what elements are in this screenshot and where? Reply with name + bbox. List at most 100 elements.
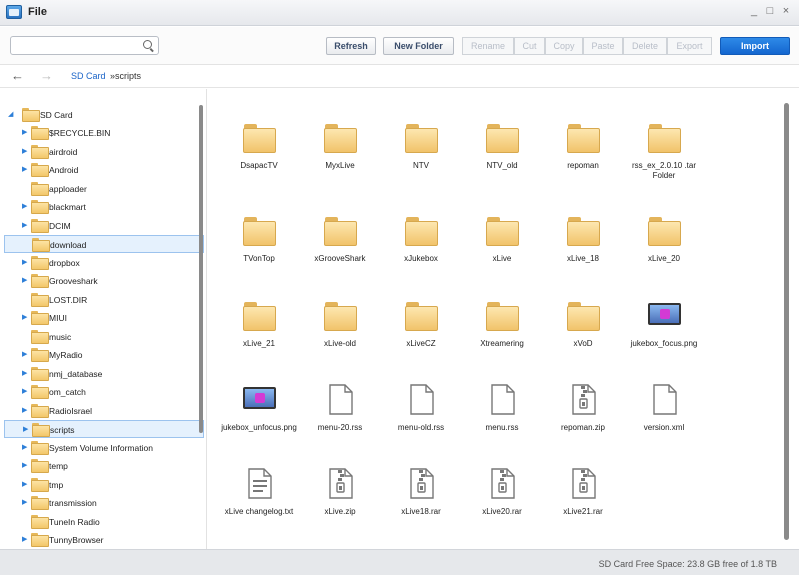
expand-arrow-icon[interactable]: ▶: [22, 147, 27, 155]
expand-arrow-icon[interactable]: ▶: [22, 258, 27, 266]
expand-arrow-icon[interactable]: ▶: [22, 128, 27, 136]
expand-arrow-icon[interactable]: ▶: [22, 443, 27, 451]
folder-tile[interactable]: xLiveCZ: [383, 294, 459, 374]
expand-arrow-icon[interactable]: ▶: [22, 498, 27, 506]
export-button[interactable]: Export: [667, 37, 712, 55]
folder-tile[interactable]: TVonTop: [221, 209, 297, 289]
file-tile[interactable]: version.xml: [626, 378, 702, 458]
file-tile[interactable]: xLive21.rar: [545, 462, 621, 542]
tree-item[interactable]: download: [4, 235, 204, 253]
copy-button[interactable]: Copy: [545, 37, 583, 55]
folder-tile[interactable]: xGrooveShark: [302, 209, 378, 289]
expand-arrow-icon[interactable]: ▶: [22, 406, 27, 414]
tree-item[interactable]: ▶ TunnyBrowser: [4, 531, 204, 549]
folder-tile[interactable]: xLive: [464, 209, 540, 289]
folder-tile[interactable]: xLive_20: [626, 209, 702, 289]
file-tile[interactable]: xLive18.rar: [383, 462, 459, 542]
tree-item[interactable]: ▶ Android: [4, 161, 204, 179]
tree-item[interactable]: ▶ nmj_database: [4, 365, 204, 383]
delete-button[interactable]: Delete: [623, 37, 667, 55]
tree-item[interactable]: ▶ MyRadio: [4, 346, 204, 364]
file-name-label: xLive21.rar: [563, 507, 603, 516]
expand-arrow-icon[interactable]: ▶: [22, 480, 27, 488]
tree-item[interactable]: ▶ DCIM: [4, 217, 204, 235]
tree-item[interactable]: ▶ MIUI: [4, 309, 204, 327]
expand-arrow-icon[interactable]: ◢: [8, 110, 13, 118]
tree-item[interactable]: ▶ airdroid: [4, 143, 204, 161]
tree-item[interactable]: ▶ tmp: [4, 476, 204, 494]
expand-arrow-icon[interactable]: ▶: [22, 535, 27, 543]
grid-scrollbar[interactable]: [784, 103, 789, 540]
expand-arrow-icon[interactable]: ▶: [23, 425, 28, 433]
cut-button[interactable]: Cut: [514, 37, 545, 55]
tree-item-label: TunnyBrowser: [49, 535, 104, 545]
tree-item-label: nmj_database: [49, 368, 103, 379]
folder-tile[interactable]: xVoD: [545, 294, 621, 374]
file-name-label: xLive_18: [566, 254, 600, 263]
tree-item[interactable]: apploader: [4, 180, 204, 198]
back-arrow-icon[interactable]: ←: [11, 68, 24, 83]
file-tile[interactable]: xLive changelog.txt: [221, 462, 297, 542]
folder-tile[interactable]: xLive-old: [302, 294, 378, 374]
expand-arrow-icon[interactable]: ▶: [22, 221, 27, 229]
file-tile[interactable]: repoman.zip: [545, 378, 621, 458]
tree-scrollbar[interactable]: [199, 105, 203, 433]
folder-tile[interactable]: NTV: [383, 116, 459, 196]
folder-icon: [324, 302, 357, 332]
paste-button[interactable]: Paste: [583, 37, 623, 55]
tree-item[interactable]: LOST.DIR: [4, 291, 204, 309]
expand-arrow-icon[interactable]: ▶: [22, 387, 27, 395]
close-button[interactable]: ×: [780, 5, 792, 17]
folder-tile[interactable]: xJukebox: [383, 209, 459, 289]
tree-item[interactable]: ▶ dropbox: [4, 254, 204, 272]
tree-item[interactable]: ▶ RadioIsrael: [4, 402, 204, 420]
file-tile[interactable]: menu-20.rss: [302, 378, 378, 458]
expand-arrow-icon[interactable]: ▶: [22, 276, 27, 284]
new-folder-button[interactable]: New Folder: [383, 37, 454, 55]
tree-item[interactable]: TuneIn Radio: [4, 513, 204, 531]
tree-item[interactable]: ▶ temp: [4, 457, 204, 475]
folder-tile[interactable]: repoman: [545, 116, 621, 196]
tree-item[interactable]: ▶ transmission: [4, 494, 204, 512]
file-tile[interactable]: xLive20.rar: [464, 462, 540, 542]
folder-tile[interactable]: xLive_18: [545, 209, 621, 289]
file-tile[interactable]: menu.rss: [464, 378, 540, 458]
expand-arrow-icon[interactable]: ▶: [22, 350, 27, 358]
import-button[interactable]: Import: [720, 37, 790, 55]
file-icon: [329, 384, 353, 415]
refresh-button[interactable]: Refresh: [326, 37, 376, 55]
folder-tile[interactable]: NTV_old: [464, 116, 540, 196]
folder-tile[interactable]: MyxLive: [302, 116, 378, 196]
folder-tile[interactable]: xLive_21: [221, 294, 297, 374]
tree-item[interactable]: ▶ scripts: [4, 420, 204, 438]
file-tile[interactable]: menu-old.rss: [383, 378, 459, 458]
rename-button[interactable]: Rename: [462, 37, 514, 55]
forward-arrow-icon[interactable]: →: [40, 68, 53, 83]
expand-arrow-icon[interactable]: ▶: [22, 165, 27, 173]
folder-tile[interactable]: rss_ex_2.0.10 .tar Folder: [626, 116, 702, 196]
tree-item-label: DCIM: [49, 220, 71, 231]
tree-root-sd-card[interactable]: ◢ SD Card: [4, 106, 204, 124]
file-name-label: xLive: [492, 254, 512, 263]
breadcrumb-root[interactable]: SD Card: [71, 71, 106, 81]
search-input[interactable]: [15, 37, 135, 53]
file-tile[interactable]: jukebox_unfocus.png: [221, 378, 297, 458]
maximize-button[interactable]: □: [764, 5, 776, 17]
tree-item[interactable]: ▶ System Volume Information: [4, 439, 204, 457]
tree-item[interactable]: music: [4, 328, 204, 346]
tree-item[interactable]: ▶ Grooveshark: [4, 272, 204, 290]
tree-item[interactable]: ▶ blackmart: [4, 198, 204, 216]
folder-tile[interactable]: DsapacTV: [221, 116, 297, 196]
expand-arrow-icon[interactable]: ▶: [22, 461, 27, 469]
folder-icon: [31, 348, 49, 362]
search-icon[interactable]: [143, 40, 152, 49]
folder-tile[interactable]: Xtreamering: [464, 294, 540, 374]
expand-arrow-icon[interactable]: ▶: [22, 369, 27, 377]
file-tile[interactable]: jukebox_focus.png: [626, 294, 702, 374]
minimize-button[interactable]: _: [748, 5, 760, 17]
tree-item[interactable]: ▶ om_catch: [4, 383, 204, 401]
expand-arrow-icon[interactable]: ▶: [22, 202, 27, 210]
expand-arrow-icon[interactable]: ▶: [22, 313, 27, 321]
tree-item[interactable]: ▶ $RECYCLE.BIN: [4, 124, 204, 142]
file-tile[interactable]: xLive.zip: [302, 462, 378, 542]
